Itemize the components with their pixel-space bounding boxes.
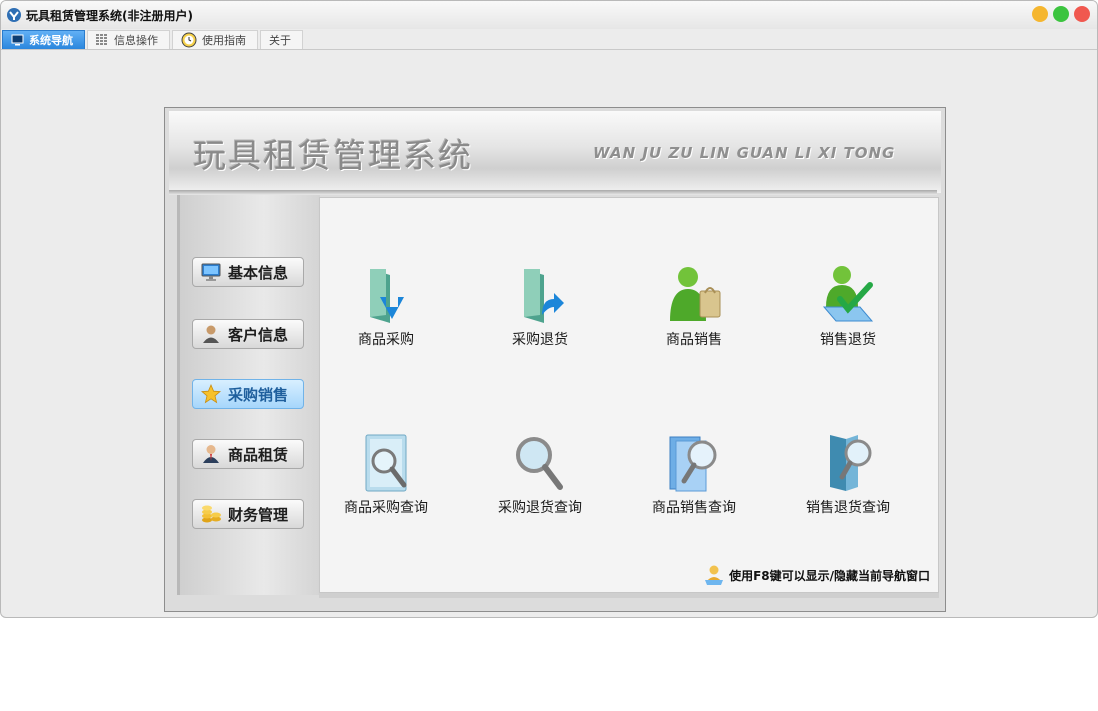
grid-item-purchase-query[interactable]: 商品采购查询 (321, 431, 451, 517)
user-icon (203, 325, 219, 343)
grid-item-label: 采购退货 (512, 332, 568, 348)
coins-icon (202, 505, 221, 523)
grid-item-label: 商品采购 (358, 332, 414, 348)
magnifier-icon (516, 437, 563, 490)
app-logo-icon (7, 8, 21, 22)
user-shopping-bag-icon (670, 267, 721, 321)
sidebar-item-finance[interactable]: 财务管理 (192, 499, 304, 529)
hint-text: 使用F8键可以显示/隐藏当前导航窗口 (729, 568, 930, 583)
close-button[interactable] (1074, 6, 1090, 22)
user-hint-icon (705, 565, 724, 585)
sidebar-item-purchase-sales[interactable]: 采购销售 (192, 379, 304, 409)
folder-download-icon (370, 269, 404, 323)
folder-search-icon (669, 436, 717, 492)
tab-system-navigation[interactable]: 系统导航 (2, 30, 85, 49)
banner-title: 玩具租赁管理系统 (193, 136, 473, 175)
tab-label: 信息操作 (114, 34, 158, 47)
grid-item-label: 采购退货查询 (498, 500, 582, 516)
tab-label: 使用指南 (202, 34, 246, 47)
function-grid: 商品采购 采购退货 商品销售 销售退货 商品采购查询 采购退货查询 商品销售查询… (319, 197, 939, 593)
tab-info-operations[interactable]: 信息操作 (87, 30, 170, 49)
maximize-button[interactable] (1053, 6, 1069, 22)
window-controls (1032, 6, 1090, 22)
tab-about[interactable]: 关于 (260, 30, 303, 49)
banner: 玩具租赁管理系统 WAN JU ZU LIN GUAN LI XI TONG (169, 111, 941, 193)
grid-item-label: 销售退货 (820, 332, 876, 348)
grid-item-purchase[interactable]: 商品采购 (321, 263, 451, 349)
navigation-panel: 玩具租赁管理系统 WAN JU ZU LIN GUAN LI XI TONG 基… (164, 107, 946, 612)
app-window: 玩具租赁管理系统(非注册用户) 系统导航 信息操作 使用指南 关于 玩具租赁管理… (0, 0, 1098, 618)
tab-label: 系统导航 (29, 34, 73, 47)
sidebar-item-label: 基本信息 (228, 263, 289, 282)
sidebar-item-label: 商品租赁 (228, 445, 289, 464)
user-checkmark-icon (822, 266, 874, 322)
grid-icon (96, 34, 107, 45)
grid-item-sales-return[interactable]: 销售退货 (783, 263, 913, 349)
minimize-button[interactable] (1032, 6, 1048, 22)
star-icon (200, 384, 222, 404)
sidebar-item-toy-rental[interactable]: 商品租赁 (192, 439, 304, 469)
grid-item-label: 商品销售 (666, 332, 722, 348)
sidebar-item-label: 采购销售 (228, 385, 289, 404)
title-bar: 玩具租赁管理系统(非注册用户) (1, 1, 1097, 29)
clock-icon (181, 32, 197, 48)
sidebar-item-label: 财务管理 (228, 505, 289, 524)
content-bottom-edge (319, 593, 939, 598)
businessman-icon (203, 445, 219, 463)
menu-tabs: 系统导航 信息操作 使用指南 关于 (1, 29, 1097, 50)
tab-user-guide[interactable]: 使用指南 (172, 30, 258, 49)
grid-item-sales-query[interactable]: 商品销售查询 (629, 431, 759, 517)
sidebar-item-basic-info[interactable]: 基本信息 (192, 257, 304, 287)
grid-item-sales-return-query[interactable]: 销售退货查询 (783, 431, 913, 517)
grid-item-sales[interactable]: 商品销售 (629, 263, 759, 349)
f8-hint: 使用F8键可以显示/隐藏当前导航窗口 (703, 564, 930, 586)
sidebar-item-customer-info[interactable]: 客户信息 (192, 319, 304, 349)
banner-subtitle: WAN JU ZU LIN GUAN LI XI TONG (593, 144, 896, 162)
monitor-icon (11, 34, 24, 46)
book-search-icon (830, 435, 872, 491)
grid-item-purchase-return[interactable]: 采购退货 (475, 263, 605, 349)
document-search-icon (365, 434, 407, 492)
window-title: 玩具租赁管理系统(非注册用户) (26, 8, 193, 23)
grid-item-purchase-return-query[interactable]: 采购退货查询 (475, 431, 605, 517)
grid-item-label: 商品销售查询 (652, 500, 736, 516)
tab-label: 关于 (269, 34, 291, 47)
monitor-icon (201, 263, 221, 281)
sidebar-item-label: 客户信息 (228, 325, 289, 344)
grid-item-label: 商品采购查询 (344, 500, 428, 516)
folder-return-icon (524, 269, 564, 323)
sidebar: 基本信息 客户信息 采购销售 商品租赁 财务管理 (177, 195, 320, 595)
grid-item-label: 销售退货查询 (806, 500, 890, 516)
